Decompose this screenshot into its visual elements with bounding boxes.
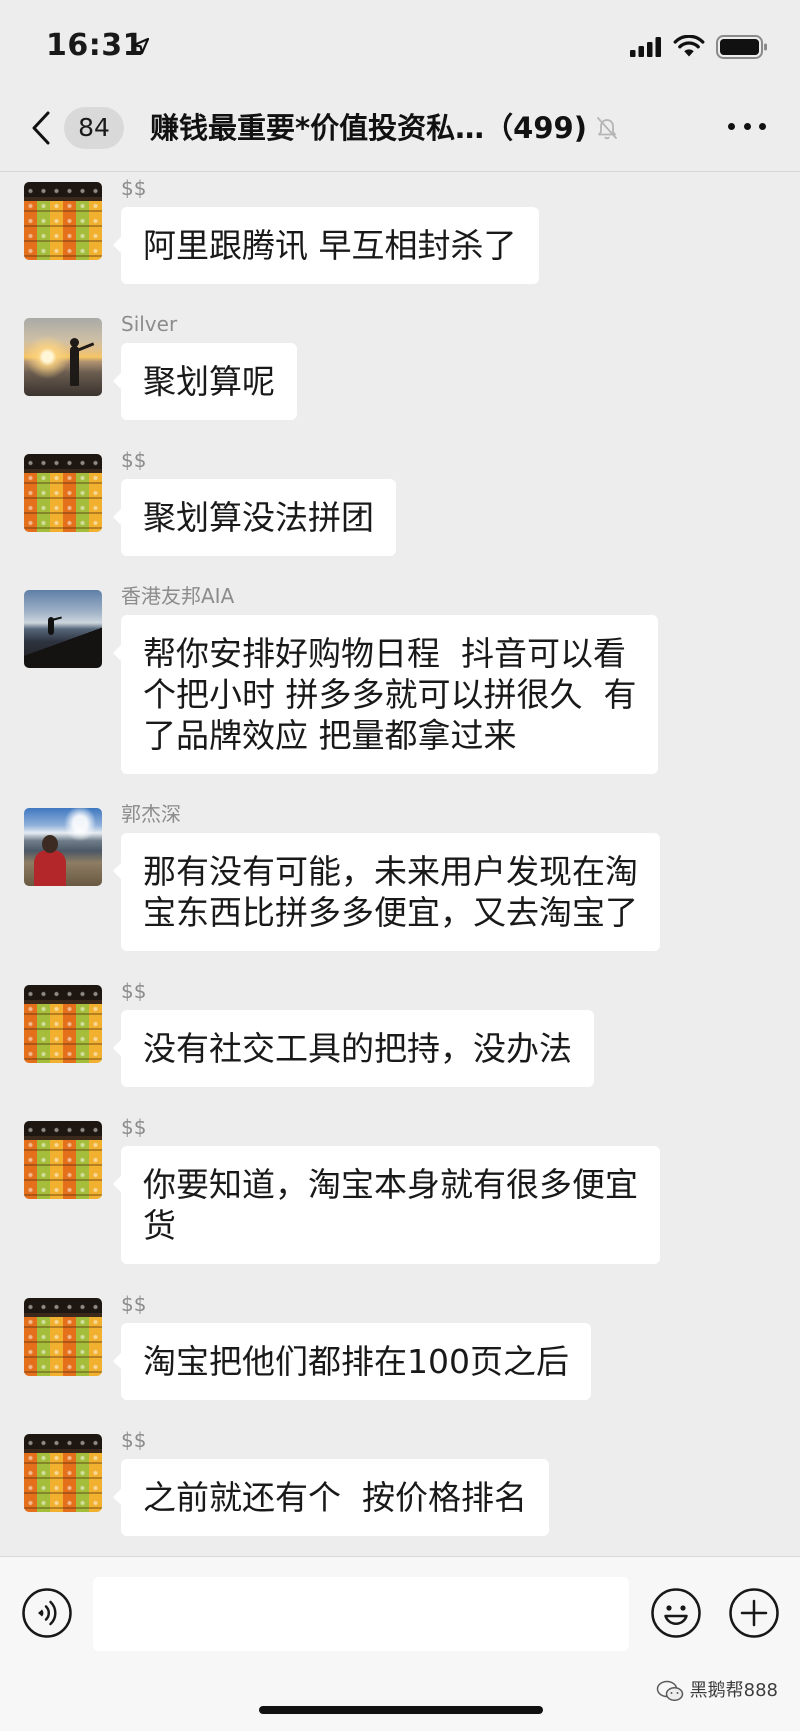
sender-name: 郭杰深 <box>121 802 181 826</box>
message-text-line: 聚划算呢 <box>143 362 275 401</box>
message-text-line: 个把小时 拼多多就可以拼很久 有 <box>143 675 637 714</box>
avatar[interactable] <box>24 1298 102 1376</box>
sender-name: $$ <box>121 1428 147 1452</box>
sender-name: 香港友邦AIA <box>121 584 235 608</box>
dot <box>759 122 766 130</box>
message-text-line: 宝东西比拼多多便宜，又去淘宝了 <box>143 893 638 932</box>
message-bubble[interactable]: 阿里跟腾讯 早互相封杀了 <box>113 207 539 284</box>
message-row: $$ 淘宝把他们都排在100页之后 <box>0 1294 800 1400</box>
message-text-line: 了品牌效应 把量都拿过来 <box>143 716 517 755</box>
message-row: 香港友邦AIA 帮你安排好购物日程 抖音可以看 个把小时 拼多多就可以拼很久 有了品… <box>0 586 800 774</box>
watermark: 黑鹅帮888 <box>656 1680 778 1702</box>
message-text-line: 没有社交工具的把持，没办法 <box>143 1029 572 1068</box>
sender-name: $$ <box>121 1115 147 1139</box>
cellular-signal-icon <box>630 37 661 57</box>
battery-icon <box>716 35 767 59</box>
input-bar <box>0 1556 800 1731</box>
emoji-icon[interactable] <box>650 1587 702 1639</box>
location-arrow-icon <box>132 37 150 55</box>
wifi-icon <box>673 35 705 57</box>
person-silhouette <box>70 346 79 386</box>
message-text-line: 聚划算没法拼团 <box>143 498 374 537</box>
raised-arm <box>76 342 95 352</box>
message-bubble[interactable]: 之前就还有个 按价格排名 <box>113 1459 549 1536</box>
sender-name: $$ <box>121 176 147 200</box>
chat-message-list[interactable]: $$ 阿里跟腾讯 早互相封杀了 Silver 聚划算呢 $$ 聚划算没法拼团香港友邦AIA… <box>0 172 800 1556</box>
message-text-line: 货 <box>143 1206 176 1245</box>
person-head <box>42 835 58 853</box>
message-row: $$ 你要知道，淘宝本身就有很多便宜货 <box>0 1117 800 1264</box>
plus-icon[interactable] <box>728 1587 780 1639</box>
dot <box>728 122 735 130</box>
message-bubble[interactable]: 帮你安排好购物日程 抖音可以看 个把小时 拼多多就可以拼很久 有了品牌效应 把量都… <box>112 615 659 774</box>
watermark-text: 黑鹅帮888 <box>689 1680 778 1701</box>
message-row: $$ 没有社交工具的把持，没办法 <box>0 981 800 1087</box>
chevron-left-icon[interactable] <box>30 110 52 146</box>
red-jacket <box>34 850 66 886</box>
avatar[interactable] <box>24 1121 102 1199</box>
avatar[interactable] <box>24 318 102 396</box>
message-text-line: 之前就还有个 按价格排名 <box>143 1478 527 1517</box>
sender-name: Silver <box>121 312 178 336</box>
sender-name: $$ <box>121 448 147 472</box>
sender-name: $$ <box>121 1292 147 1316</box>
avatar[interactable] <box>24 182 102 260</box>
message-bubble[interactable]: 那有没有可能，未来用户发现在淘 宝东西比拼多多便宜，又去淘宝了 <box>113 833 660 951</box>
message-text-line: 帮你安排好购物日程 抖音可以看 <box>143 634 626 673</box>
message-row: $$ 之前就还有个 按价格排名 <box>0 1430 800 1536</box>
wechat-icon <box>656 1680 683 1702</box>
muted-bell-icon <box>597 117 617 140</box>
message-text-line: 淘宝把他们都排在100页之后 <box>143 1342 569 1381</box>
status-time: 16:31 <box>46 28 144 63</box>
chat-title-row[interactable]: 赚钱最重要*价值投资私…（499) <box>150 107 619 149</box>
unread-count-badge[interactable]: 84 <box>64 107 124 149</box>
message-bubble[interactable]: 没有社交工具的把持，没办法 <box>113 1010 594 1087</box>
avatar[interactable] <box>24 454 102 532</box>
message-row: $$ 聚划算没法拼团 <box>0 450 800 556</box>
message-text-line: 你要知道，淘宝本身就有很多便宜 <box>143 1165 638 1204</box>
message-text-line: 阿里跟腾讯 早互相封杀了 <box>143 226 517 265</box>
header: 16:31 84 赚钱最重要*价值投资私…（499) <box>0 0 800 172</box>
message-row: 郭杰深那有没有可能，未来用户发现在淘 宝东西比拼多多便宜，又去淘宝了 <box>0 804 800 951</box>
message-bubble[interactable]: 聚划算没法拼团 <box>113 479 396 556</box>
voice-icon[interactable] <box>21 1587 73 1639</box>
home-indicator[interactable] <box>259 1706 543 1714</box>
message-row: Silver 聚划算呢 <box>0 314 800 420</box>
sender-name: $$ <box>121 979 147 1003</box>
message-row: $$ 阿里跟腾讯 早互相封杀了 <box>0 178 800 284</box>
avatar[interactable] <box>24 1434 102 1512</box>
dot <box>743 122 751 130</box>
more-dots-icon[interactable] <box>728 121 766 131</box>
message-bubble[interactable]: 你要知道，淘宝本身就有很多便宜货 <box>113 1146 660 1264</box>
message-bubble[interactable]: 聚划算呢 <box>113 343 297 420</box>
avatar[interactable] <box>24 590 102 668</box>
message-text-line: 那有没有可能，未来用户发现在淘 <box>143 852 638 891</box>
avatar[interactable] <box>24 808 102 886</box>
chat-title[interactable]: 赚钱最重要*价值投资私…（499) <box>150 107 587 149</box>
avatar[interactable] <box>24 985 102 1063</box>
message-input[interactable] <box>93 1577 629 1651</box>
message-bubble[interactable]: 淘宝把他们都排在100页之后 <box>113 1323 591 1400</box>
